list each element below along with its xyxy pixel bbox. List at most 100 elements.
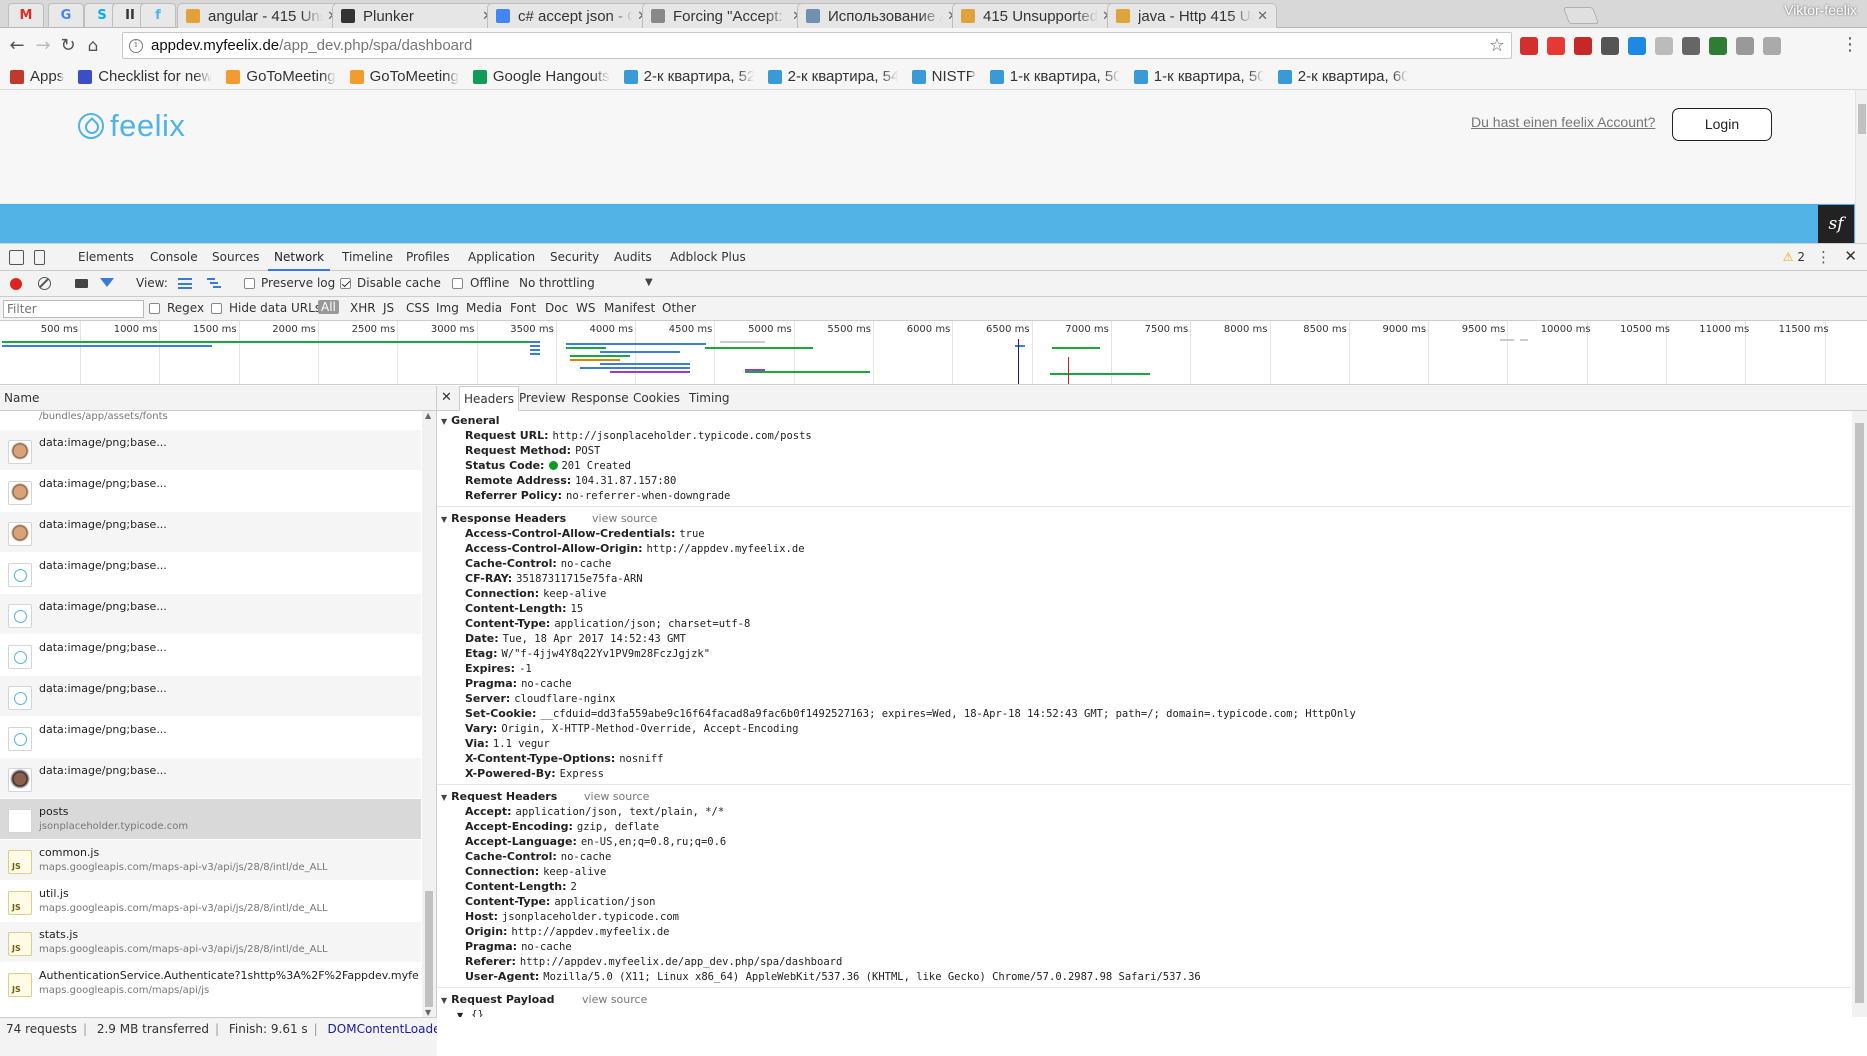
extension-icon[interactable]: [1628, 37, 1646, 55]
extension-icon[interactable]: [1763, 37, 1781, 55]
account-link[interactable]: Du hast einen feelix Account?: [1471, 114, 1655, 130]
scroll-thumb[interactable]: [425, 891, 433, 1007]
devtools-tab-timeline[interactable]: Timeline: [336, 244, 399, 271]
details-tab-timing[interactable]: Timing: [685, 386, 734, 411]
inspect-element-icon[interactable]: [9, 250, 24, 265]
disable-cache-checkbox[interactable]: [340, 278, 351, 289]
details-scrollbar[interactable]: [1852, 411, 1867, 1017]
details-tab-response[interactable]: Response: [567, 386, 633, 411]
filter-type-js[interactable]: JS: [383, 301, 394, 315]
warning-indicator[interactable]: ⚠ 2: [1783, 250, 1805, 264]
details-tab-cookies[interactable]: Cookies: [629, 386, 684, 411]
browser-tab[interactable]: java - Http 415 Unsupported ✕: [1107, 3, 1277, 28]
hide-data-urls-checkbox[interactable]: [211, 303, 222, 314]
request-row[interactable]: data:image/png;base...: [0, 758, 421, 799]
details-tab-preview[interactable]: Preview: [515, 386, 570, 411]
section-request-payload[interactable]: ▼ Request Payload: [441, 993, 555, 1006]
new-tab-button[interactable]: [1562, 7, 1600, 24]
extension-icon[interactable]: [1736, 37, 1754, 55]
devtools-tab-application[interactable]: Application: [462, 244, 541, 271]
request-row[interactable]: data:image/png;base...: [0, 717, 421, 758]
request-row[interactable]: data:image/png;base...: [0, 430, 421, 471]
view-source-link[interactable]: view source: [592, 512, 657, 525]
expand-triangle-icon[interactable]: ▼: [441, 417, 447, 426]
bookmark-item[interactable]: 1-к квартира, 50: [1133, 68, 1264, 85]
throttling-select[interactable]: No throttling: [519, 276, 595, 290]
network-overview[interactable]: 500 ms 1000 ms 1500 ms 2000 ms 2500 ms 3000 m…: [0, 321, 1867, 385]
close-details-icon[interactable]: ✕: [441, 390, 452, 405]
filter-type-ws[interactable]: WS: [576, 301, 595, 315]
request-row[interactable]: data:image/png;base...: [0, 635, 421, 676]
payload-row[interactable]: ▼{}: [457, 1008, 484, 1017]
close-tab-icon[interactable]: ✕: [1257, 9, 1268, 24]
expand-triangle-icon[interactable]: ▼: [441, 515, 447, 524]
chevron-down-icon[interactable]: ▼: [645, 277, 653, 288]
devtools-tab-console[interactable]: Console: [144, 244, 204, 271]
scroll-up-icon[interactable]: ▲: [425, 411, 431, 420]
filter-icon[interactable]: [100, 278, 114, 287]
bookmark-item[interactable]: 2-к квартира, 60: [1277, 68, 1408, 85]
bookmark-item[interactable]: NISTP: [911, 68, 976, 85]
extension-icon[interactable]: [1520, 37, 1538, 55]
extension-icon[interactable]: [1547, 37, 1565, 55]
browser-tab[interactable]: 415 Unsupported Media✕: [952, 3, 1122, 28]
clear-icon[interactable]: [38, 277, 51, 290]
view-source-link[interactable]: view source: [582, 993, 647, 1006]
devtools-tab-adblock-plus[interactable]: Adblock Plus: [664, 244, 752, 271]
filter-input[interactable]: [3, 300, 144, 318]
extension-icon[interactable]: [1574, 37, 1592, 55]
bookmark-item[interactable]: GoToMeeting: [349, 68, 459, 85]
offline-checkbox[interactable]: [452, 278, 463, 289]
browser-tab[interactable]: c# accept json - Google✕: [487, 3, 657, 28]
request-row[interactable]: data:image/png;base...: [0, 553, 421, 594]
request-row[interactable]: stats.js maps.googleapis.com/maps-api-v3/…: [0, 922, 421, 963]
record-icon[interactable]: [10, 278, 22, 290]
request-row[interactable]: AuthenticationService.Authenticate?1shtt…: [0, 963, 421, 1004]
devtools-tab-network[interactable]: Network: [268, 244, 331, 271]
scroll-down-icon[interactable]: ▼: [425, 1008, 431, 1017]
section-general[interactable]: ▼ General: [441, 414, 500, 427]
reload-icon[interactable]: ↻: [57, 35, 79, 57]
devtools-tab-security[interactable]: Security: [544, 244, 605, 271]
overview-toggle-icon[interactable]: [207, 278, 221, 289]
bookmark-item[interactable]: Apps: [10, 68, 64, 85]
filter-type-css[interactable]: CSS: [406, 301, 430, 315]
browser-tab[interactable]: Использование Accept✕: [797, 3, 967, 28]
bookmark-item[interactable]: Google Hangouts: [472, 68, 610, 85]
close-devtools-icon[interactable]: ✕: [1844, 247, 1857, 265]
request-row[interactable]: util.js maps.googleapis.com/maps-api-v3/a…: [0, 881, 421, 922]
filter-type-manifest[interactable]: Manifest: [604, 301, 655, 315]
devtools-tab-elements[interactable]: Elements: [72, 244, 140, 271]
page-scrollbar[interactable]: [1855, 90, 1867, 243]
bookmark-item[interactable]: GoToMeeting: [226, 68, 336, 85]
request-row[interactable]: data:image/png;base...: [0, 512, 421, 553]
home-icon[interactable]: ⌂: [82, 35, 104, 57]
forward-icon[interactable]: →: [32, 35, 54, 57]
pinned-tab[interactable]: f: [140, 3, 176, 27]
symfony-toolbar-icon[interactable]: sf: [1818, 205, 1854, 243]
extension-icon[interactable]: [1709, 37, 1727, 55]
request-row[interactable]: data:image/png;base...: [0, 676, 421, 717]
expand-triangle-icon[interactable]: ▼: [441, 793, 447, 802]
section-request-headers[interactable]: ▼ Request Headers: [441, 790, 557, 803]
preserve-log-checkbox[interactable]: [244, 278, 255, 289]
info-icon[interactable]: i: [129, 38, 143, 53]
site-logo[interactable]: feelix: [78, 108, 185, 144]
regex-checkbox[interactable]: [149, 303, 160, 314]
expand-triangle-icon[interactable]: ▼: [441, 996, 447, 1005]
browser-tab[interactable]: Plunker✕: [332, 3, 502, 28]
filter-type-all[interactable]: All: [318, 300, 339, 314]
filter-type-doc[interactable]: Doc: [545, 301, 568, 315]
request-row[interactable]: /bundles/app/assets/fonts: [0, 411, 421, 430]
bookmark-star-icon[interactable]: ☆: [1489, 35, 1505, 56]
extension-icon[interactable]: [1655, 37, 1673, 55]
filter-type-img[interactable]: Img: [436, 301, 459, 315]
request-row[interactable]: data:image/png;base...: [0, 471, 421, 512]
filter-type-xhr[interactable]: XHR: [350, 301, 376, 315]
profile-name[interactable]: Viktor-feelix: [1784, 2, 1857, 18]
request-list-scrollbar[interactable]: ▲ ▼: [422, 411, 436, 1017]
devtools-tab-profiles[interactable]: Profiles: [400, 244, 456, 271]
bookmark-item[interactable]: 2-к квартира, 52: [623, 68, 754, 85]
request-row[interactable]: data:image/png;base...: [0, 594, 421, 635]
bookmark-item[interactable]: 1-к квартира, 50: [989, 68, 1120, 85]
